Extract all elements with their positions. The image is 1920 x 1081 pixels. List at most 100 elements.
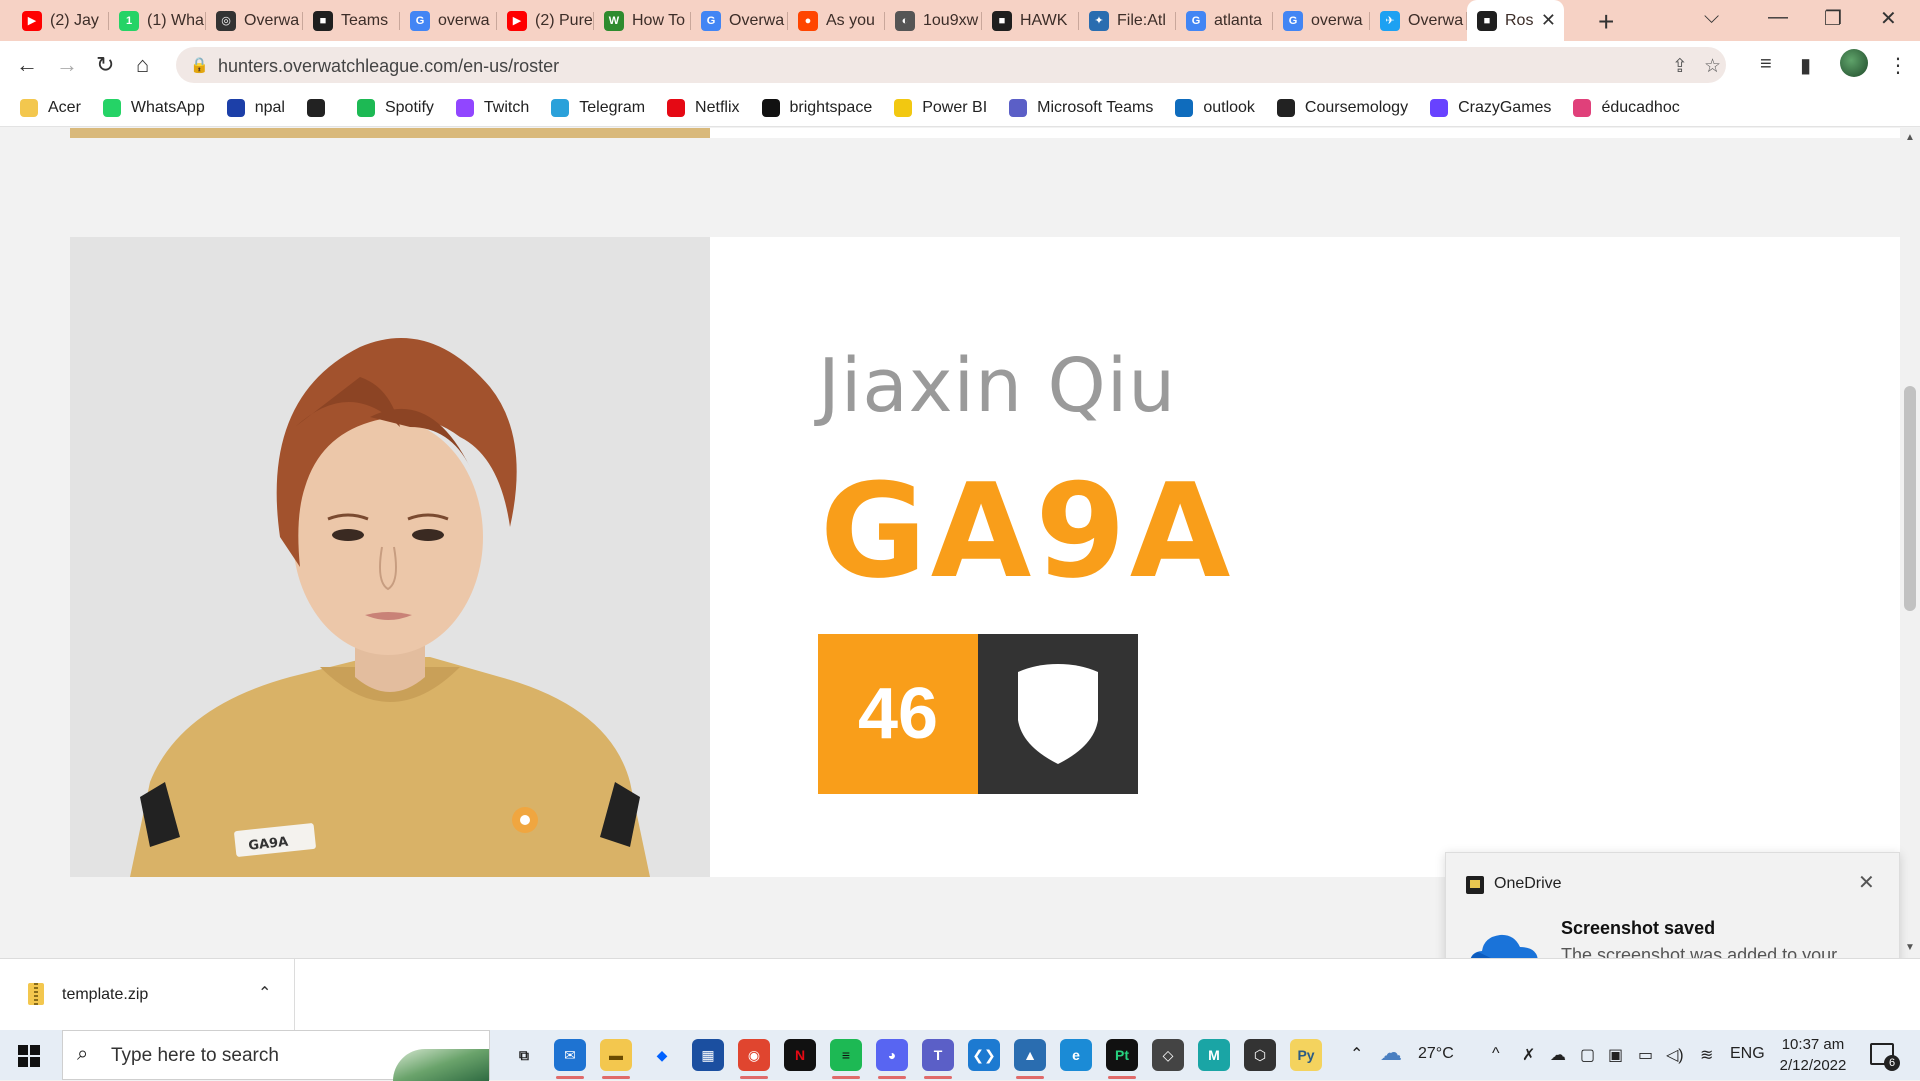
- minimize-button[interactable]: —: [1768, 6, 1788, 29]
- unity-icon[interactable]: ◇: [1152, 1039, 1184, 1071]
- browser-tab[interactable]: Gatlanta: [1176, 0, 1273, 41]
- close-icon[interactable]: ✕: [1858, 870, 1875, 895]
- scroll-up-icon[interactable]: ▲: [1905, 132, 1915, 143]
- bookmark-item[interactable]: outlook: [1175, 98, 1255, 117]
- bookmark-item[interactable]: WhatsApp: [102, 98, 205, 117]
- download-item[interactable]: template.zip ⌃: [0, 959, 295, 1031]
- lock-icon[interactable]: 🔒: [190, 56, 209, 74]
- onedrive-tray-icon[interactable]: ☁: [1550, 1045, 1566, 1065]
- browser-tab[interactable]: ■ HAWK: [982, 0, 1079, 41]
- bookmark-item[interactable]: Spotify: [356, 98, 434, 117]
- bookmark-item[interactable]: brightspace: [761, 98, 872, 117]
- browser-tab[interactable]: ● As you: [788, 0, 885, 41]
- browser-tab[interactable]: ■ Teams: [303, 0, 400, 41]
- bookmark-item[interactable]: Coursemology: [1276, 98, 1408, 117]
- vscode-icon[interactable]: ❮❯: [968, 1039, 1000, 1071]
- scroll-down-icon[interactable]: ▼: [1905, 942, 1915, 953]
- twitch-icon: [455, 98, 474, 117]
- tray-chevron-icon[interactable]: ^: [1492, 1045, 1500, 1063]
- browser-tab[interactable]: 1 (1) Wha: [109, 0, 206, 41]
- browser-tab[interactable]: ✦ File:Atl: [1079, 0, 1176, 41]
- netflix-icon[interactable]: N: [784, 1039, 816, 1071]
- discord-icon[interactable]: ◕: [876, 1039, 908, 1071]
- bookmark-item[interactable]: Telegram: [551, 98, 645, 117]
- dropbox-icon[interactable]: ◆: [646, 1039, 678, 1071]
- bookmark-item[interactable]: Power BI: [894, 98, 988, 117]
- spotify-icon[interactable]: ≡: [830, 1039, 862, 1071]
- forward-icon[interactable]: →: [56, 52, 78, 78]
- search-placeholder[interactable]: Type here to search: [111, 1045, 279, 1067]
- browser-tab[interactable]: Goverwa: [400, 0, 497, 41]
- chrome-icon[interactable]: ◉: [738, 1039, 770, 1071]
- taskbar-clock[interactable]: 10:37 am 2/12/2022: [1768, 1034, 1858, 1076]
- teams-icon[interactable]: T: [922, 1039, 954, 1071]
- weather-temperature[interactable]: 27°C: [1418, 1045, 1454, 1063]
- browser-tab[interactable]: ◎ Overwa: [206, 0, 303, 41]
- browser-tab[interactable]: ✈ Overwa: [1370, 0, 1467, 41]
- battery-icon[interactable]: ▭: [1638, 1045, 1653, 1065]
- device-icon[interactable]: ▢: [1580, 1045, 1595, 1065]
- bookmark-item[interactable]: Microsoft Teams: [1009, 98, 1153, 117]
- browser-tab[interactable]: ■ Ros ✕: [1467, 0, 1564, 41]
- back-icon[interactable]: ←: [16, 52, 38, 78]
- bookmark-item[interactable]: [306, 98, 335, 117]
- share-icon[interactable]: ⇪: [1672, 55, 1688, 78]
- wikihow-icon: W: [604, 10, 624, 31]
- close-window-button[interactable]: ✕: [1880, 6, 1897, 31]
- bookmark-item[interactable]: Acer: [20, 98, 81, 117]
- browser-tab[interactable]: Goverwa: [1273, 0, 1370, 41]
- chevron-up-icon[interactable]: ⌃: [258, 983, 271, 1003]
- scroll-thumb[interactable]: [1904, 386, 1916, 611]
- photos-icon[interactable]: ▲: [1014, 1039, 1046, 1071]
- display-icon[interactable]: ▣: [1608, 1045, 1623, 1065]
- pycharm-icon[interactable]: Pt: [1106, 1039, 1138, 1071]
- tab-list: ▶ (2) Jay 1 (1) Wha ◎ Overwa ■ Teams Goverwa ▶ (2)…: [12, 0, 1564, 41]
- bookmark-item[interactable]: npal: [226, 98, 285, 117]
- url-text[interactable]: hunters.overwatchleague.com/en-us/roster: [218, 56, 559, 77]
- download-filename[interactable]: template.zip: [62, 986, 148, 1004]
- player-card[interactable]: GA9A Jiaxin Qiu GA9A 46: [70, 237, 1900, 877]
- home-icon[interactable]: ⌂: [136, 52, 149, 78]
- address-bar[interactable]: 🔒 hunters.overwatchleague.com/en-us/rost…: [176, 47, 1726, 83]
- bookmark-star-icon[interactable]: ☆: [1704, 55, 1721, 78]
- tab-search-icon[interactable]: ⌵: [1704, 6, 1719, 29]
- browser-tab[interactable]: G Overwa: [691, 0, 788, 41]
- weather-icon[interactable]: ☁: [1380, 1040, 1402, 1066]
- menu-kebab-icon[interactable]: ⋮: [1888, 53, 1908, 78]
- taskbar-search[interactable]: ⌕ Type here to search: [62, 1030, 490, 1081]
- bookmark-item[interactable]: Twitch: [455, 98, 529, 117]
- close-tab-icon[interactable]: ✕: [1541, 10, 1556, 31]
- bookmark-item[interactable]: éducadhoc: [1573, 98, 1680, 117]
- tab-strip: ▶ (2) Jay 1 (1) Wha ◎ Overwa ■ Teams Goverwa ▶ (2)…: [0, 0, 1920, 41]
- browser-tab[interactable]: ▶ (2) Pure: [497, 0, 594, 41]
- side-panel-icon[interactable]: ▮: [1800, 53, 1811, 78]
- reload-icon[interactable]: ↻: [96, 52, 114, 78]
- show-hidden-icon[interactable]: ⌃: [1350, 1044, 1363, 1064]
- mail-icon[interactable]: ✉: [554, 1039, 586, 1071]
- unity-hub-icon[interactable]: ⬡: [1244, 1039, 1276, 1071]
- new-tab-button[interactable]: +: [1598, 6, 1614, 38]
- bookmark-item[interactable]: Netflix: [667, 98, 740, 117]
- bookmark-label: Power BI: [922, 98, 988, 116]
- edge-icon[interactable]: e: [1060, 1039, 1092, 1071]
- app-icon[interactable]: ▦: [692, 1039, 724, 1071]
- media-control-icon[interactable]: ≡: [1760, 53, 1772, 76]
- restore-button[interactable]: ❐: [1824, 6, 1842, 31]
- browser-tab[interactable]: ▶ (2) Jay: [12, 0, 109, 41]
- network-error-icon[interactable]: ✗: [1522, 1045, 1535, 1065]
- python-icon[interactable]: Py: [1290, 1039, 1322, 1071]
- profile-avatar[interactable]: [1840, 49, 1868, 77]
- page-scrollbar[interactable]: ▲ ▼: [1900, 128, 1920, 958]
- windows-start-icon[interactable]: [18, 1045, 40, 1067]
- browser-tab[interactable]: ◐ 1ou9xw: [885, 0, 982, 41]
- notification-center-icon[interactable]: 6: [1870, 1043, 1900, 1071]
- task-view-icon[interactable]: ⧉: [508, 1039, 540, 1071]
- tab-label: Overwa: [729, 11, 785, 29]
- language-indicator[interactable]: ENG: [1730, 1045, 1765, 1063]
- volume-icon[interactable]: ◁): [1666, 1045, 1684, 1065]
- browser-tab[interactable]: W How To: [594, 0, 691, 41]
- maya-icon[interactable]: M: [1198, 1039, 1230, 1071]
- file-explorer-icon[interactable]: ▬: [600, 1039, 632, 1071]
- wifi-icon[interactable]: ≋: [1700, 1045, 1713, 1065]
- bookmark-item[interactable]: CrazyGames: [1430, 98, 1551, 117]
